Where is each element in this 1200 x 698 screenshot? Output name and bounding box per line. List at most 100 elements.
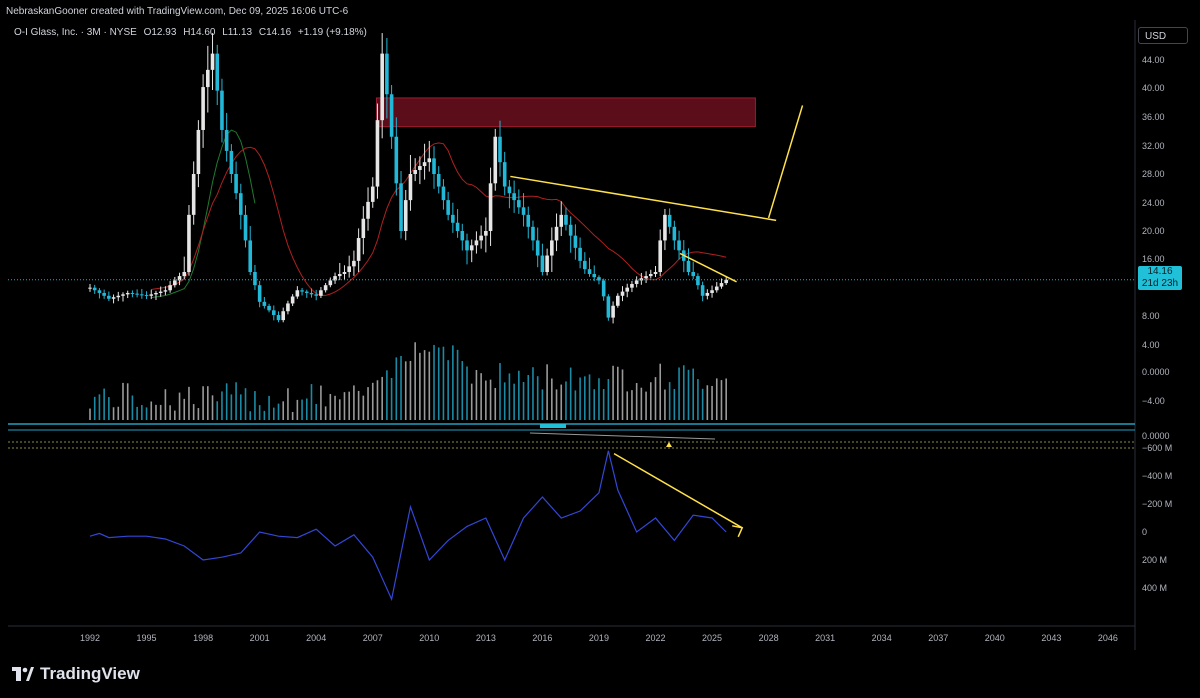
volume-bar bbox=[720, 380, 723, 420]
volume-bar bbox=[192, 404, 195, 420]
time-axis-label: 2034 bbox=[872, 633, 892, 643]
candle-body bbox=[224, 129, 229, 151]
candle-body bbox=[611, 305, 615, 318]
time-axis[interactable]: 1992 1995 1998 2001 2004 2007 2010 2013 2016 2019… bbox=[80, 633, 1118, 643]
volume-bar bbox=[513, 383, 515, 420]
tradingview-logo[interactable]: TradingView bbox=[12, 664, 140, 684]
price-axis-label: 8.00 bbox=[1142, 311, 1160, 321]
price-axis-label: −4.00 bbox=[1142, 396, 1165, 406]
candle-body bbox=[191, 174, 196, 215]
candle-body bbox=[441, 186, 446, 201]
candle-body bbox=[135, 293, 139, 295]
volume-bar bbox=[654, 377, 657, 420]
candle-body bbox=[554, 226, 559, 241]
candle-body bbox=[488, 183, 493, 231]
volume-bar bbox=[725, 378, 727, 420]
volume-bar bbox=[400, 355, 402, 420]
volume-bar bbox=[367, 387, 369, 420]
volume-bar bbox=[565, 381, 567, 420]
volume-bar bbox=[626, 391, 629, 420]
volume-bar bbox=[301, 399, 303, 420]
volume-bar bbox=[169, 405, 171, 420]
current-price-value: 14.16 bbox=[1147, 266, 1173, 277]
volume-bar bbox=[711, 385, 713, 420]
volume-bar bbox=[480, 373, 482, 420]
candle-body bbox=[658, 240, 663, 272]
volume-bar bbox=[437, 347, 440, 420]
candle-body bbox=[328, 280, 333, 286]
volume-bar bbox=[569, 367, 572, 420]
resistance-zone[interactable] bbox=[376, 97, 756, 128]
volume-bar bbox=[353, 385, 355, 420]
trendline-upper[interactable] bbox=[510, 175, 777, 222]
price-chart[interactable]: 44.00 40.00 36.00 32.00 28.00 24.00 20.00 16.00… bbox=[0, 0, 1200, 698]
candle-body bbox=[418, 166, 422, 170]
volume-bar bbox=[532, 367, 534, 420]
candle-body bbox=[380, 53, 384, 121]
time-axis-label: 2001 bbox=[250, 633, 270, 643]
candle-body bbox=[484, 231, 488, 236]
volume-bar bbox=[527, 374, 530, 420]
time-axis-label: 2046 bbox=[1098, 633, 1118, 643]
candle-body bbox=[210, 53, 215, 70]
volume-bar bbox=[291, 411, 294, 420]
candle-body bbox=[229, 150, 234, 174]
volume-bar bbox=[555, 389, 558, 420]
candle-body bbox=[168, 285, 172, 291]
volume-bar bbox=[108, 397, 110, 420]
volume-bar bbox=[141, 405, 143, 420]
indicator-trendline[interactable] bbox=[613, 452, 743, 529]
candle-body bbox=[239, 193, 243, 215]
volume-bar bbox=[159, 404, 162, 420]
candle-body bbox=[677, 240, 681, 251]
candle-body bbox=[451, 214, 455, 223]
candle-body bbox=[323, 285, 328, 291]
mid-axis-label: 0.0000 bbox=[1142, 431, 1170, 441]
volume-bar bbox=[230, 394, 233, 420]
indicator-axis-label: −600 M bbox=[1142, 443, 1172, 453]
candle-body bbox=[253, 272, 257, 286]
candle-body bbox=[385, 53, 389, 95]
price-axis-label: 40.00 bbox=[1142, 83, 1165, 93]
candle-body bbox=[686, 260, 691, 272]
candle-body bbox=[361, 218, 366, 239]
indicator-axis[interactable]: 400 M 200 M 0 −200 M −400 M −600 M bbox=[1142, 443, 1172, 593]
time-axis-label: 2022 bbox=[645, 633, 665, 643]
candle-body bbox=[375, 120, 380, 187]
candle-body bbox=[116, 295, 121, 298]
volume-bar bbox=[329, 393, 332, 420]
candle-body bbox=[568, 224, 573, 236]
arrowhead-icon bbox=[732, 525, 744, 538]
time-axis-label: 2037 bbox=[928, 633, 948, 643]
price-axis-label: 16.00 bbox=[1142, 254, 1165, 264]
candle-body bbox=[319, 290, 323, 296]
volume-bar bbox=[357, 390, 360, 420]
volume-bar bbox=[649, 382, 652, 420]
volume-bar bbox=[470, 383, 473, 420]
candle-body bbox=[347, 266, 351, 272]
moving-average-red bbox=[151, 142, 727, 296]
volume-bar bbox=[494, 387, 497, 420]
candle-body bbox=[455, 222, 460, 231]
volume-bar bbox=[183, 398, 186, 420]
volume-bar bbox=[272, 407, 275, 420]
candle-body bbox=[573, 235, 578, 248]
price-axis-label: 4.00 bbox=[1142, 340, 1160, 350]
volume-bar bbox=[635, 383, 638, 420]
candle-body bbox=[248, 240, 253, 272]
currency-button[interactable]: USD bbox=[1138, 27, 1188, 44]
projection-line[interactable] bbox=[767, 105, 804, 219]
volume-bar bbox=[282, 401, 285, 420]
volume-bar bbox=[244, 388, 247, 420]
volume-bar bbox=[466, 366, 468, 420]
candle-body bbox=[187, 214, 191, 272]
volume-bar bbox=[178, 392, 181, 420]
volume-bar bbox=[268, 395, 270, 420]
candle-body bbox=[370, 186, 375, 202]
candle-body bbox=[144, 295, 149, 297]
volume-bar bbox=[390, 377, 393, 420]
indicator-line bbox=[89, 450, 727, 602]
price-axis-label: 32.00 bbox=[1142, 141, 1165, 151]
candle-body bbox=[97, 290, 102, 293]
price-axis[interactable]: 44.00 40.00 36.00 32.00 28.00 24.00 20.00 16.00… bbox=[1142, 55, 1170, 406]
